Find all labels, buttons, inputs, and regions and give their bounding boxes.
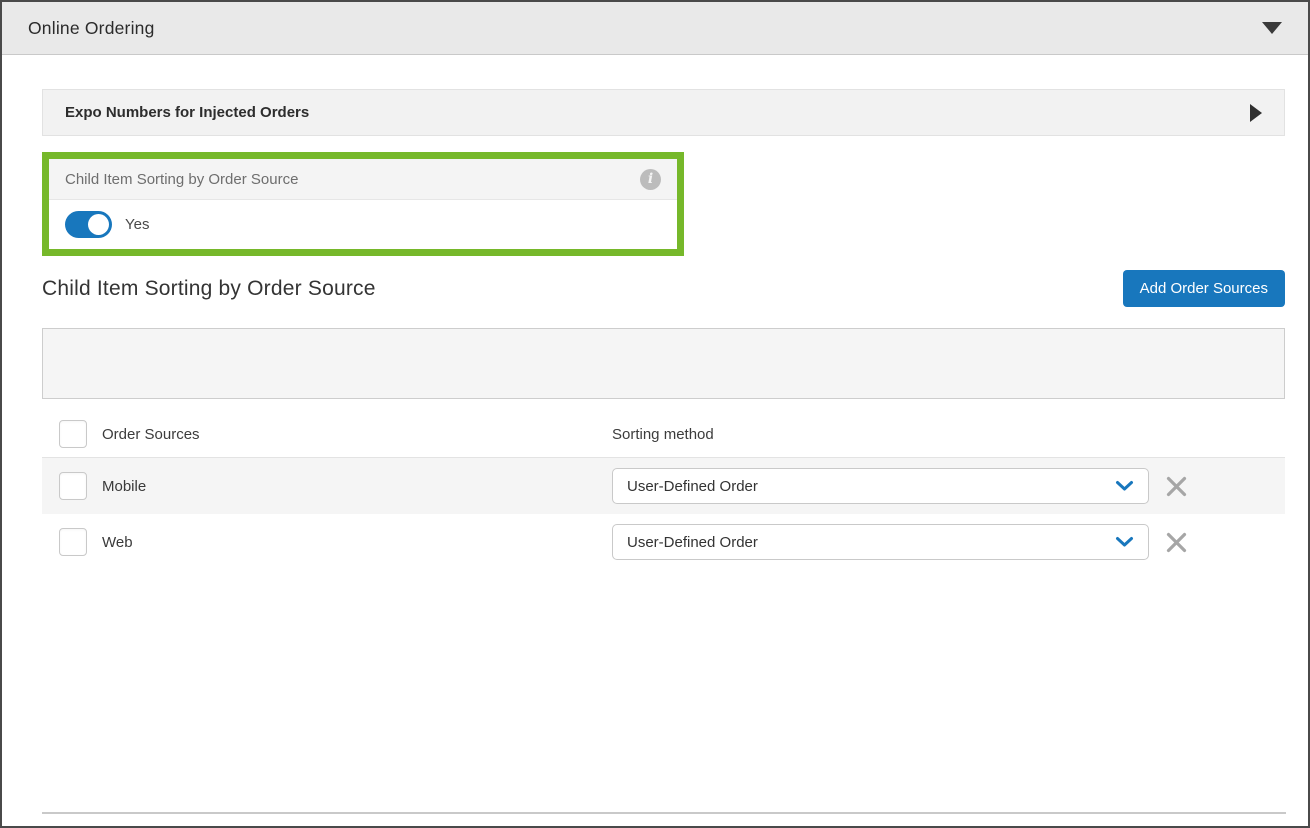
chevron-down-icon [1115, 536, 1134, 548]
sorting-method-select[interactable]: User-Defined Order [612, 524, 1149, 560]
row-checkbox[interactable] [59, 472, 87, 500]
section-heading: Child Item Sorting by Order Source [42, 277, 376, 301]
setting-label: Child Item Sorting by Order Source [65, 171, 298, 188]
close-icon [1164, 474, 1189, 499]
select-value: User-Defined Order [627, 478, 758, 495]
toggle-row: Yes [49, 200, 677, 249]
panel-header-online-ordering[interactable]: Online Ordering [2, 2, 1308, 55]
row-label: Mobile [102, 478, 597, 495]
select-value: User-Defined Order [627, 534, 758, 551]
sorting-method-select[interactable]: User-Defined Order [612, 468, 1149, 504]
row-label: Web [102, 534, 597, 551]
table-row-mobile: Mobile User-Defined Order [42, 458, 1285, 514]
order-sources-table: Order Sources Sorting method Mobile User… [42, 411, 1285, 570]
table-row-web: Web User-Defined Order [42, 514, 1285, 570]
toggle-state-label: Yes [125, 216, 149, 233]
setting-header: Child Item Sorting by Order Source i [49, 159, 677, 200]
panel-content: Expo Numbers for Injected Orders Child I… [2, 89, 1308, 828]
table-header-row: Order Sources Sorting method [42, 411, 1285, 458]
row-checkbox[interactable] [59, 528, 87, 556]
highlighted-setting-box: Child Item Sorting by Order Source i Yes [42, 152, 684, 256]
column-header-sorting-method: Sorting method [612, 426, 1149, 443]
bottom-divider [42, 812, 1286, 814]
select-all-checkbox[interactable] [59, 420, 87, 448]
toggle-knob [88, 214, 109, 235]
panel-title: Online Ordering [28, 18, 155, 39]
remove-row-button[interactable] [1164, 474, 1285, 499]
empty-placeholder-box [42, 328, 1285, 399]
chevron-right-icon[interactable] [1250, 104, 1262, 122]
child-item-sorting-toggle[interactable] [65, 211, 112, 238]
accordion-label: Expo Numbers for Injected Orders [65, 104, 309, 121]
accordion-expo-numbers[interactable]: Expo Numbers for Injected Orders [42, 89, 1285, 136]
column-header-order-sources: Order Sources [102, 426, 597, 443]
add-order-sources-button[interactable]: Add Order Sources [1123, 270, 1285, 307]
close-icon [1164, 530, 1189, 555]
chevron-down-icon [1115, 480, 1134, 492]
chevron-down-icon[interactable] [1262, 22, 1282, 34]
remove-row-button[interactable] [1164, 530, 1285, 555]
section-heading-row: Child Item Sorting by Order Source Add O… [42, 270, 1285, 307]
online-ordering-panel: Online Ordering Expo Numbers for Injecte… [0, 0, 1310, 828]
info-icon[interactable]: i [640, 169, 661, 190]
